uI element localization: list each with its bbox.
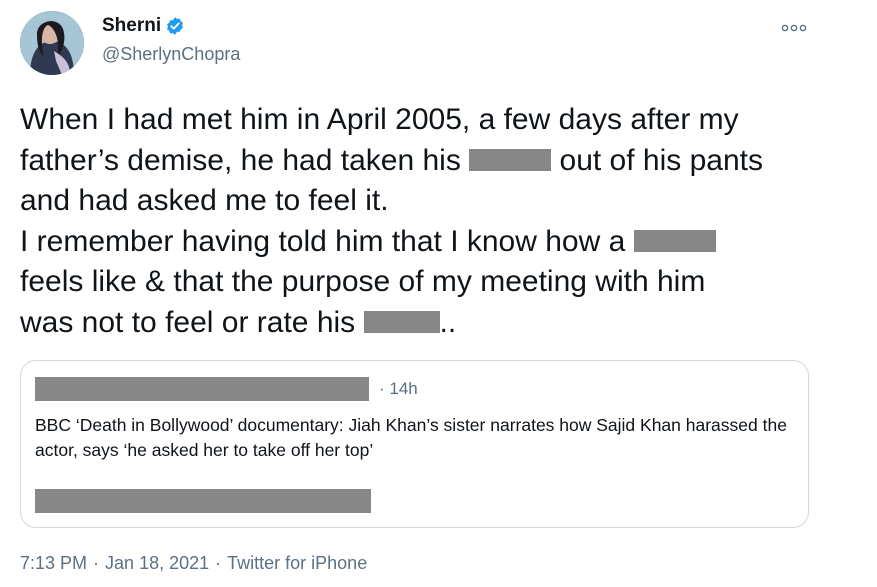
tweet-line: I remember having told him that I know h… xyxy=(20,222,840,263)
tweet-text-segment: I remember having told him that I know h… xyxy=(20,224,634,258)
quoted-tweet-text: BBC ‘Death in Bollywood’ documentary: Ji… xyxy=(35,415,787,460)
more-options-icon[interactable] xyxy=(780,22,808,34)
redaction-block xyxy=(35,377,369,401)
author-name-row[interactable]: Sherni xyxy=(102,15,185,37)
tweet-text-segment: When I had met him in April 2005, a few … xyxy=(20,103,739,136)
tweet-meta: 7:13 PM · Jan 18, 2021 · Twitter for iPh… xyxy=(20,553,367,574)
tweet-line: and had asked me to feel it. xyxy=(20,181,840,222)
tweet-line: When I had met him in April 2005, a few … xyxy=(20,100,840,141)
tweet-date[interactable]: Jan 18, 2021 xyxy=(105,553,209,574)
tweet-text-segment: was not to feel or rate his xyxy=(20,305,364,339)
author-handle[interactable]: @SherlynChopra xyxy=(102,44,240,65)
tweet-line: feels like & that the purpose of my meet… xyxy=(20,262,840,303)
avatar[interactable] xyxy=(20,11,84,75)
tweet-text: When I had met him in April 2005, a few … xyxy=(20,100,840,343)
tweet-line: was not to feel or rate his .. xyxy=(20,303,840,344)
redaction-block xyxy=(35,489,371,513)
profile-photo xyxy=(20,11,84,75)
tweet-text-segment: father’s demise, he had taken his xyxy=(20,143,470,177)
tweet-text-segment: feels like & that the purpose of my meet… xyxy=(20,265,706,298)
tweet-source[interactable]: Twitter for iPhone xyxy=(227,553,367,574)
quoted-tweet-card[interactable]: · 14h BBC ‘Death in Bollywood’ documenta… xyxy=(20,360,809,528)
tweet-text-segment: and had asked me to feel it. xyxy=(20,184,389,217)
quoted-tweet-time[interactable]: · 14h xyxy=(379,379,418,399)
tweet-text-segment: .. xyxy=(439,305,457,339)
redaction-block xyxy=(363,310,440,333)
tweet-text-segment: out of his pants xyxy=(551,143,763,177)
display-name[interactable]: Sherni xyxy=(102,15,161,37)
redaction-block xyxy=(633,229,716,252)
redaction-block xyxy=(469,148,552,171)
verified-badge-icon xyxy=(167,17,184,35)
tweet-time[interactable]: 7:13 PM xyxy=(20,553,87,574)
meta-separator: · xyxy=(93,553,100,573)
meta-separator: · xyxy=(215,553,222,573)
tweet-line: father’s demise, he had taken his out of… xyxy=(20,141,840,182)
quoted-tweet-header: · 14h xyxy=(35,377,418,401)
